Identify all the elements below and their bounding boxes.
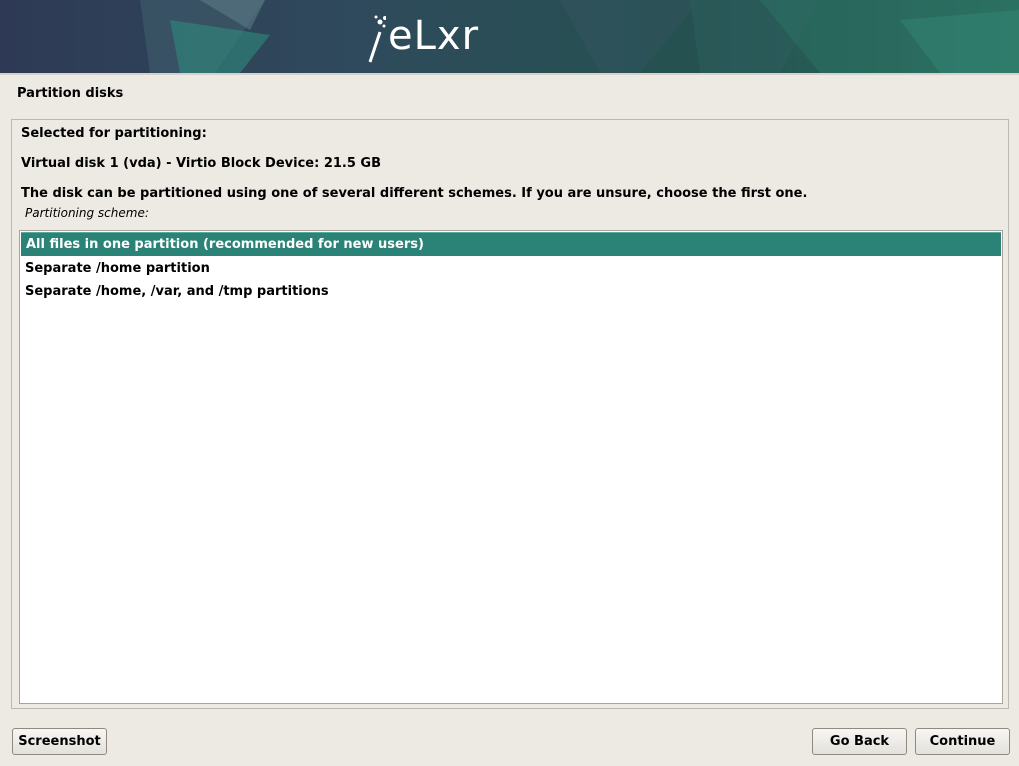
screenshot-button[interactable]: Screenshot xyxy=(12,728,107,755)
banner-background xyxy=(140,0,1019,73)
go-back-button[interactable]: Go Back xyxy=(812,728,907,755)
continue-button[interactable]: Continue xyxy=(915,728,1010,755)
partition-panel: Selected for partitioning: Virtual disk … xyxy=(11,119,1009,709)
logo-text: eLxr xyxy=(388,13,480,59)
option-label: Separate /home partition xyxy=(25,261,210,276)
banner-divider xyxy=(0,73,1019,75)
disk-label: Virtual disk 1 (vda) - Virtio Block Devi… xyxy=(21,156,382,171)
option-separate-home-var-tmp[interactable]: Separate /home, /var, and /tmp partition… xyxy=(20,280,1002,303)
option-all-in-one[interactable]: All files in one partition (recommended … xyxy=(21,232,1001,256)
scheme-description: The disk can be partitioned using one of… xyxy=(21,186,808,201)
option-label: All files in one partition (recommended … xyxy=(26,237,424,252)
page-title: Partition disks xyxy=(17,86,124,101)
option-separate-home[interactable]: Separate /home partition xyxy=(20,257,1002,280)
header-banner: eLxr xyxy=(0,0,1019,73)
option-label: Separate /home, /var, and /tmp partition… xyxy=(25,284,329,299)
partitioning-scheme-list[interactable]: All files in one partition (recommended … xyxy=(19,230,1003,704)
scheme-label: Partitioning scheme: xyxy=(25,206,149,220)
selected-heading: Selected for partitioning: xyxy=(21,126,207,141)
elxr-logo: eLxr xyxy=(366,8,479,64)
wand-icon xyxy=(368,15,386,63)
